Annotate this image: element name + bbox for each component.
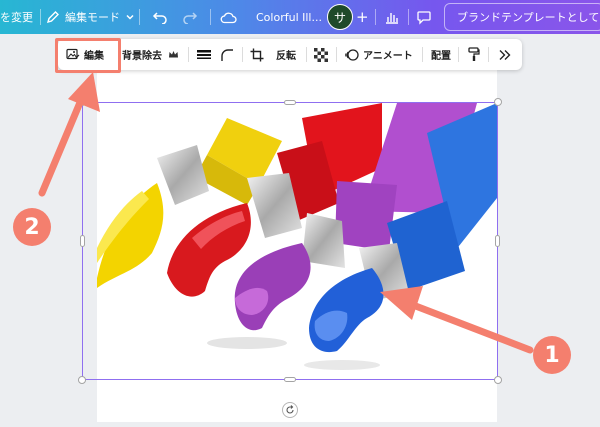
top-bar: を変更 編集モード Colorful Ill... サ + ブランドテンプレート… (0, 0, 600, 34)
add-collaborator-button[interactable]: + (356, 0, 369, 34)
divider (422, 47, 423, 62)
border-style-button[interactable] (196, 39, 212, 70)
flip-label: 反転 (276, 51, 296, 62)
highlight-box (55, 38, 121, 73)
divider (336, 47, 337, 62)
resize-handle-top[interactable] (284, 100, 296, 105)
avatar[interactable]: サ (327, 4, 353, 30)
divider (408, 9, 409, 25)
comment-icon (417, 11, 431, 25)
document-title-text: Colorful Ill... (256, 10, 322, 24)
undo-icon (152, 12, 167, 24)
rotate-handle[interactable] (282, 402, 298, 418)
undo-button[interactable] (152, 0, 168, 34)
resize-button[interactable]: を変更 (0, 0, 33, 34)
position-label: 配置 (431, 51, 451, 62)
resize-handle-bottom-right[interactable] (494, 376, 502, 384)
paint-roller-icon (468, 47, 480, 61)
step-badge-2: 2 (13, 208, 51, 246)
corner-rounding-button[interactable] (220, 39, 234, 70)
insights-button[interactable] (384, 0, 400, 34)
crop-icon (250, 48, 264, 61)
resize-handle-top-left[interactable] (78, 98, 86, 106)
divider (210, 9, 211, 25)
bar-chart-icon (386, 13, 398, 24)
animate-icon (345, 48, 359, 61)
publish-brand-template-button[interactable]: ブランドテンプレートとして公開 (444, 3, 600, 31)
border-weight-icon (197, 49, 211, 59)
image-context-toolbar: 編集 背景除去 反転 アニメート 配置 (58, 39, 522, 70)
corner-radius-icon (221, 48, 233, 61)
avatar-letter: サ (333, 10, 346, 25)
chevron-down-icon (126, 14, 134, 20)
resize-handle-left[interactable] (80, 235, 85, 247)
cloud-icon (220, 12, 237, 23)
position-button[interactable]: 配置 (431, 39, 451, 70)
document-title[interactable]: Colorful Ill... (256, 0, 322, 34)
comment-button[interactable] (416, 0, 432, 34)
publish-label: ブランドテンプレートとして公開 (457, 11, 600, 24)
selection-frame[interactable] (82, 102, 498, 380)
copy-style-button[interactable] (468, 39, 480, 70)
divider (458, 47, 459, 62)
resize-handle-bottom-left[interactable] (78, 376, 86, 384)
plus-icon: + (356, 8, 369, 26)
transparency-icon (314, 47, 328, 62)
double-chevron-right-icon (499, 49, 511, 60)
resize-handle-bottom[interactable] (284, 377, 296, 382)
rotate-icon (286, 405, 294, 414)
divider (242, 47, 243, 62)
animate-button[interactable]: アニメート (345, 39, 413, 70)
resize-button-label: を変更 (0, 11, 33, 24)
step-badge-1-text: 1 (544, 342, 560, 368)
pencil-icon (46, 11, 59, 24)
resize-handle-top-right[interactable] (494, 98, 502, 106)
bg-remover-label: 背景除去 (122, 51, 162, 62)
divider (306, 47, 307, 62)
redo-icon (183, 12, 198, 24)
step-badge-2-text: 2 (24, 214, 40, 240)
step-badge-1: 1 (533, 336, 571, 374)
crown-icon (169, 51, 178, 58)
redo-button[interactable] (182, 0, 198, 34)
resize-handle-right[interactable] (495, 235, 500, 247)
edit-mode-label: 編集モード (65, 11, 120, 24)
bg-remover-button[interactable]: 背景除去 (122, 39, 179, 70)
divider (488, 47, 489, 62)
divider (375, 9, 376, 25)
divider (188, 47, 189, 62)
more-options-button[interactable] (498, 39, 512, 70)
divider (40, 9, 41, 25)
animate-label: アニメート (363, 51, 413, 62)
divider (139, 9, 140, 25)
transparency-button[interactable] (314, 39, 328, 70)
crop-button[interactable] (250, 39, 264, 70)
flip-button[interactable]: 反転 (276, 39, 296, 70)
cloud-save-status[interactable] (220, 0, 237, 34)
edit-mode-dropdown[interactable]: 編集モード (46, 0, 135, 34)
